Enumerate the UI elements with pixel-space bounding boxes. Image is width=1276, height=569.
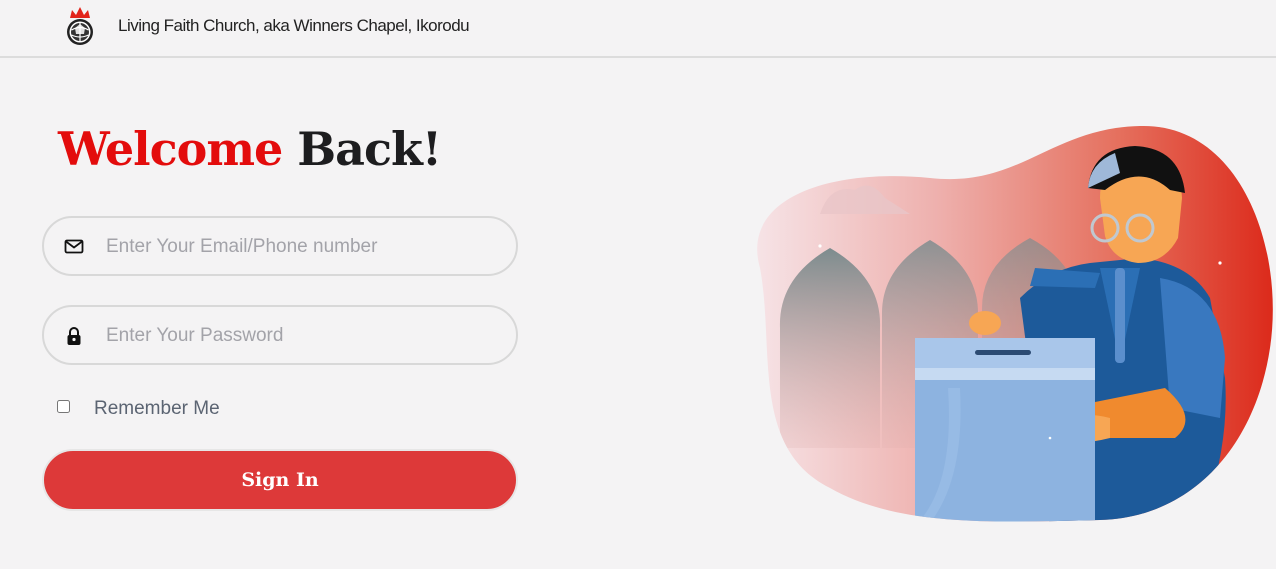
password-input[interactable] — [104, 315, 498, 357]
sign-in-button[interactable]: Sign In — [42, 449, 518, 511]
envelope-icon — [64, 239, 84, 254]
church-logo-icon[interactable] — [60, 4, 100, 46]
email-field[interactable] — [42, 216, 518, 276]
lock-icon — [67, 327, 81, 345]
email-input[interactable] — [104, 226, 498, 268]
welcome-highlight: Welcome — [58, 122, 283, 176]
top-bar: Living Faith Church, aka Winners Chapel,… — [0, 0, 1276, 58]
welcome-heading: Welcome Back! — [58, 122, 442, 176]
welcome-rest: Back! — [297, 122, 442, 176]
remember-me-label[interactable]: Remember Me — [94, 398, 220, 420]
person-casting-ballot-illustration — [757, 125, 1273, 522]
password-field[interactable] — [42, 305, 518, 365]
site-title[interactable]: Living Faith Church, aka Winners Chapel,… — [118, 16, 470, 36]
remember-me-checkbox[interactable] — [57, 400, 70, 413]
